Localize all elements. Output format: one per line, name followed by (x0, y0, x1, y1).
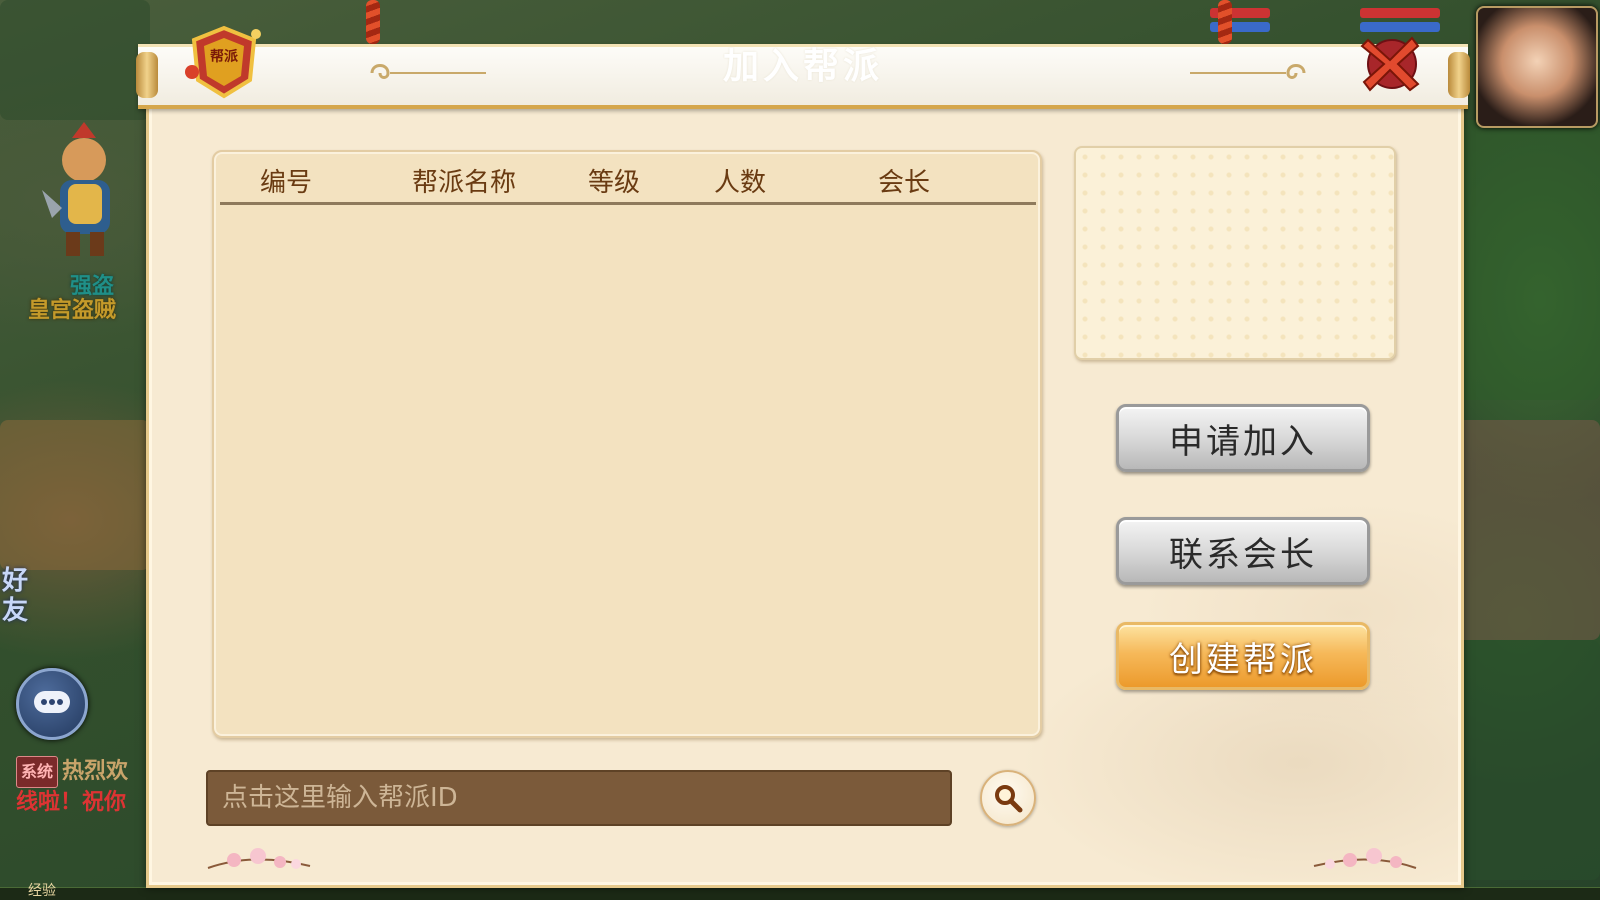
contact-leader-button[interactable]: 联系会长 (1116, 517, 1370, 585)
world-tile (0, 0, 150, 120)
scroll-roller-left (136, 52, 158, 98)
status-bars (1210, 4, 1470, 34)
close-button[interactable] (1356, 30, 1428, 96)
emblem-text: 帮派 (210, 49, 238, 65)
column-header-leader[interactable]: 会长 (878, 162, 930, 199)
search-button[interactable] (980, 770, 1036, 826)
banner-rope (1218, 0, 1232, 44)
world-tile (1440, 420, 1600, 640)
dialog-title-bar: 加入帮派 (138, 44, 1468, 109)
scroll-roller-right (1448, 52, 1470, 98)
banner-rope (366, 0, 380, 44)
experience-label: 经验 (28, 883, 56, 899)
table-body[interactable] (220, 206, 1034, 730)
world-tile (0, 420, 150, 570)
search-icon (995, 785, 1023, 813)
column-header-id[interactable]: 编号 (260, 162, 312, 199)
friends-button[interactable]: 好友 (2, 566, 44, 626)
npc-title: 皇宫盗贼 (28, 298, 117, 323)
system-tag: 系统 (16, 756, 59, 788)
guild-info-panel (1074, 146, 1396, 360)
scroll-ornament-icon (1190, 64, 1306, 79)
npc-bandit-figure[interactable] (22, 120, 142, 260)
guild-emblem: 帮派 (184, 22, 264, 100)
world-tile (1440, 640, 1600, 880)
flower-icon (1313, 848, 1417, 869)
scroll-ornament-icon (370, 64, 486, 79)
guild-id-search-input[interactable] (206, 770, 952, 826)
chat-line: 线啦！祝你 (16, 790, 127, 815)
guild-list-table: 编号 帮派名称 等级 人数 会长 (212, 150, 1042, 738)
chat-line: 热烈欢 (62, 759, 129, 784)
create-guild-button[interactable]: 创建帮派 (1116, 622, 1370, 690)
column-header-guild-name[interactable]: 帮派名称 (412, 162, 516, 199)
world-tile (1440, 120, 1600, 400)
close-icon (1360, 36, 1420, 92)
experience-bar (0, 887, 1600, 900)
chat-button[interactable] (16, 668, 88, 740)
player-portrait[interactable] (1476, 6, 1598, 128)
chat-bubble-icon (34, 691, 70, 713)
column-header-level[interactable]: 等级 (588, 162, 640, 199)
column-header-members[interactable]: 人数 (714, 162, 766, 199)
flower-icon (207, 848, 311, 869)
pet-hp-bar (1360, 8, 1440, 18)
system-chat: 系统 热烈欢 线啦！祝你 (16, 756, 128, 818)
apply-join-button[interactable]: 申请加入 (1116, 404, 1370, 472)
table-header: 编号 帮派名称 等级 人数 会长 (220, 152, 1036, 205)
